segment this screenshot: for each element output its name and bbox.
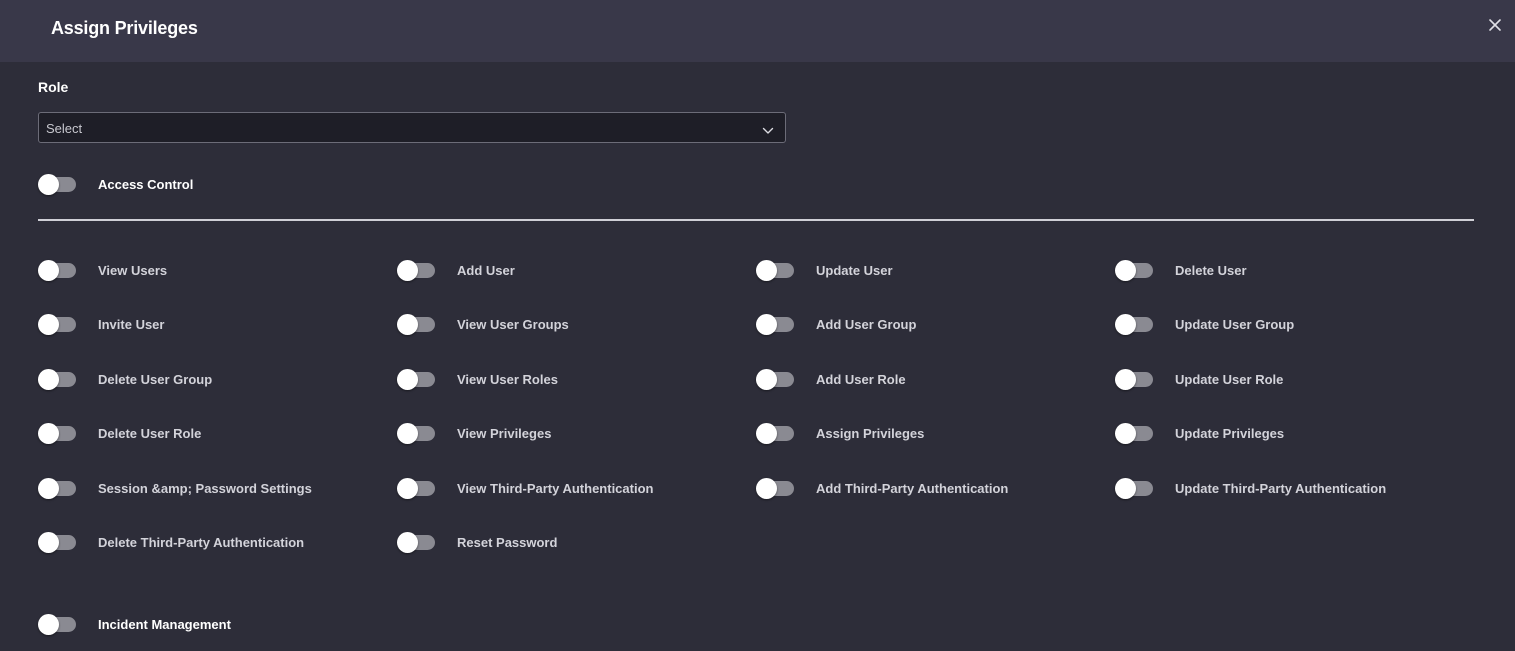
- permission-toggle-update-user-role[interactable]: [1115, 369, 1153, 390]
- modal-header: Assign Privileges: [0, 0, 1515, 62]
- permission-label: Assign Privileges: [816, 426, 925, 441]
- permission-label: View User Roles: [457, 372, 558, 387]
- permission-toggle-delete-third-party-authentication[interactable]: [38, 532, 76, 553]
- permission-label: Delete Third-Party Authentication: [98, 535, 305, 550]
- permission-toggle-add-user-role[interactable]: [756, 369, 794, 390]
- access-control-label: Access Control: [98, 177, 194, 192]
- permission-label: Delete User Group: [98, 372, 213, 387]
- permission-label: View User Groups: [457, 317, 569, 332]
- permission-toggle-reset-password[interactable]: [397, 532, 435, 553]
- permission-toggle-delete-user-role[interactable]: [38, 423, 76, 444]
- permission-label: View Third-Party Authentication: [457, 481, 654, 496]
- permission-label: Update User Group: [1175, 317, 1295, 332]
- modal-title: Assign Privileges: [51, 18, 198, 38]
- incident-management-label: Incident Management: [98, 617, 231, 632]
- incident-management-toggle[interactable]: [38, 614, 76, 635]
- access-control-toggle[interactable]: [38, 174, 76, 195]
- permission-label: Reset Password: [457, 535, 558, 550]
- permission-label: Add User Role: [816, 372, 906, 387]
- role-select-value: Select: [46, 121, 83, 136]
- permission-toggle-view-user-roles[interactable]: [397, 369, 435, 390]
- permission-label: View Users: [98, 263, 168, 278]
- permission-label: Add Third-Party Authentication: [816, 481, 1009, 496]
- permission-toggle-invite-user[interactable]: [38, 314, 76, 335]
- permission-toggle-view-third-party-authentication[interactable]: [397, 478, 435, 499]
- permission-label: Delete User: [1175, 263, 1247, 278]
- permission-toggle-update-privileges[interactable]: [1115, 423, 1153, 444]
- permission-toggle-delete-user-group[interactable]: [38, 369, 76, 390]
- permission-label: Add User: [457, 263, 515, 278]
- permission-label: View Privileges: [457, 426, 552, 441]
- permission-label: Update User: [816, 263, 893, 278]
- permission-label: Add User Group: [816, 317, 917, 332]
- role-label: Role: [38, 79, 69, 95]
- permission-toggle-update-user-group[interactable]: [1115, 314, 1153, 335]
- permission-toggle-add-third-party-authentication[interactable]: [756, 478, 794, 499]
- permission-toggle-delete-user[interactable]: [1115, 260, 1153, 281]
- permission-label: Delete User Role: [98, 426, 202, 441]
- permission-toggle-view-users[interactable]: [38, 260, 76, 281]
- permission-label: Update User Role: [1175, 372, 1284, 387]
- permission-toggle-view-privileges[interactable]: [397, 423, 435, 444]
- permission-label: Update Third-Party Authentication: [1175, 481, 1387, 496]
- permission-label: Invite User: [98, 317, 165, 332]
- assign-privileges-modal: Assign Privileges Role Select Access Con…: [0, 0, 1515, 651]
- permission-label: Update Privileges: [1175, 426, 1285, 441]
- permission-toggle-add-user[interactable]: [397, 260, 435, 281]
- permission-toggle-update-user[interactable]: [756, 260, 794, 281]
- role-select[interactable]: Select: [38, 112, 786, 143]
- chevron-down-icon: [762, 123, 774, 141]
- permission-toggle-update-third-party-authentication[interactable]: [1115, 478, 1153, 499]
- permission-toggle-view-user-groups[interactable]: [397, 314, 435, 335]
- close-icon[interactable]: [1485, 14, 1505, 36]
- permission-toggle-assign-privileges[interactable]: [756, 423, 794, 444]
- section-divider: [38, 219, 1474, 221]
- permission-label: Session &amp; Password Settings: [98, 481, 312, 496]
- permission-toggle-session-and-password-settings[interactable]: [38, 478, 76, 499]
- permission-toggle-add-user-group[interactable]: [756, 314, 794, 335]
